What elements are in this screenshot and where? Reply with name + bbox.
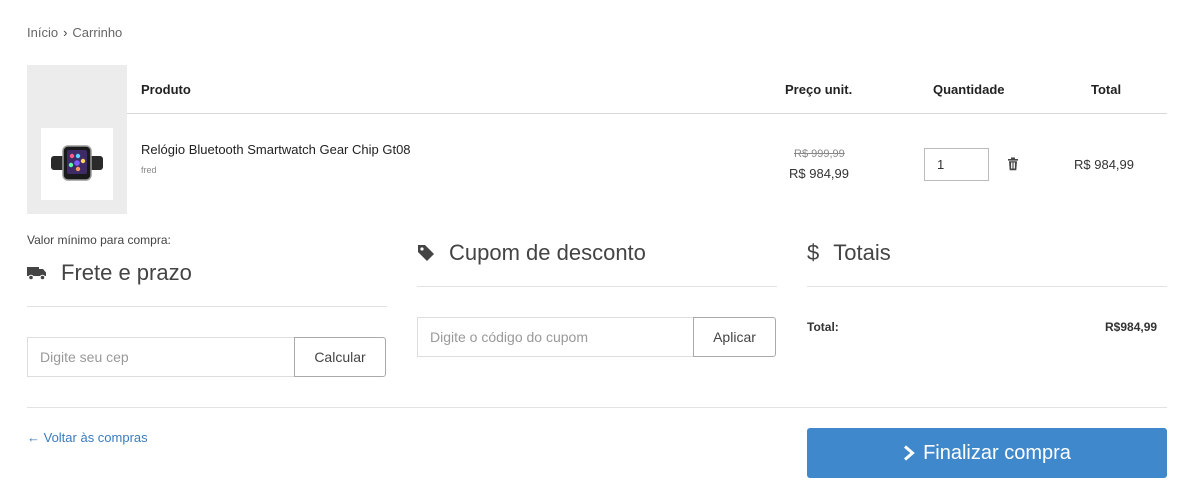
shipping-title: Frete e prazo <box>61 260 192 285</box>
dollar-icon: $ <box>807 240 820 265</box>
footer-divider <box>27 407 1167 408</box>
minimum-value-label: Valor mínimo para compra: <box>27 233 171 247</box>
checkout-label: Finalizar compra <box>923 441 1071 464</box>
product-old-price: R$ 999,99 <box>794 148 845 160</box>
coupon-section-title: Cupom de desconto <box>417 240 646 266</box>
breadcrumb-home[interactable]: Início <box>27 25 58 40</box>
apply-coupon-button[interactable]: Aplicar <box>693 317 776 357</box>
shipping-divider <box>27 306 387 307</box>
header-quantity: Quantidade <box>933 81 1005 97</box>
totals-title: Totais <box>833 240 891 265</box>
truck-icon <box>27 267 46 280</box>
totals-divider <box>807 286 1167 287</box>
header-image-cell <box>27 64 127 114</box>
cep-input-group: Digite seu cep Calcular <box>27 337 386 377</box>
back-to-shopping-link[interactable]: ← Voltar às compras <box>27 430 148 445</box>
total-label: Total: <box>807 320 839 334</box>
total-value: R$984,99 <box>1105 320 1158 334</box>
breadcrumb-separator: › <box>63 25 68 40</box>
product-name[interactable]: Relógio Bluetooth Smartwatch Gear Chip G… <box>141 142 411 157</box>
product-image-cell <box>27 114 127 214</box>
cep-input[interactable]: Digite seu cep <box>27 337 294 377</box>
product-seller: fred <box>141 165 157 175</box>
cart-table-header: Produto Preço unit. Quantidade Total <box>27 64 1167 114</box>
calculate-button[interactable]: Calcular <box>294 337 386 377</box>
product-unit-price: R$ 984,99 <box>789 166 849 181</box>
smartwatch-image <box>51 145 103 181</box>
row-total: R$ 984,99 <box>1074 157 1134 172</box>
cart-table: Produto Preço unit. Quantidade Total Rel… <box>27 64 1167 214</box>
coupon-input-group: Digite o código do cupom Aplicar <box>417 317 776 357</box>
totals-section-title: $ Totais <box>807 240 891 266</box>
header-unit-price: Preço unit. <box>785 81 853 97</box>
header-product: Produto <box>141 81 191 97</box>
coupon-input[interactable]: Digite o código do cupom <box>417 317 693 357</box>
coupon-title: Cupom de desconto <box>449 240 646 265</box>
trash-icon[interactable] <box>1006 157 1020 171</box>
product-image[interactable] <box>41 128 113 200</box>
checkout-button[interactable]: Finalizar compra <box>807 428 1167 478</box>
coupon-divider <box>417 286 777 287</box>
tag-icon <box>418 245 434 261</box>
header-total: Total <box>1091 81 1122 97</box>
quantity-input[interactable] <box>924 148 989 181</box>
table-row: Relógio Bluetooth Smartwatch Gear Chip G… <box>27 114 1167 214</box>
chevron-right-icon <box>904 445 915 461</box>
shipping-section-title: Frete e prazo <box>27 260 192 286</box>
breadcrumb-current: Carrinho <box>72 25 123 40</box>
breadcrumb: Início › Carrinho <box>27 25 122 40</box>
